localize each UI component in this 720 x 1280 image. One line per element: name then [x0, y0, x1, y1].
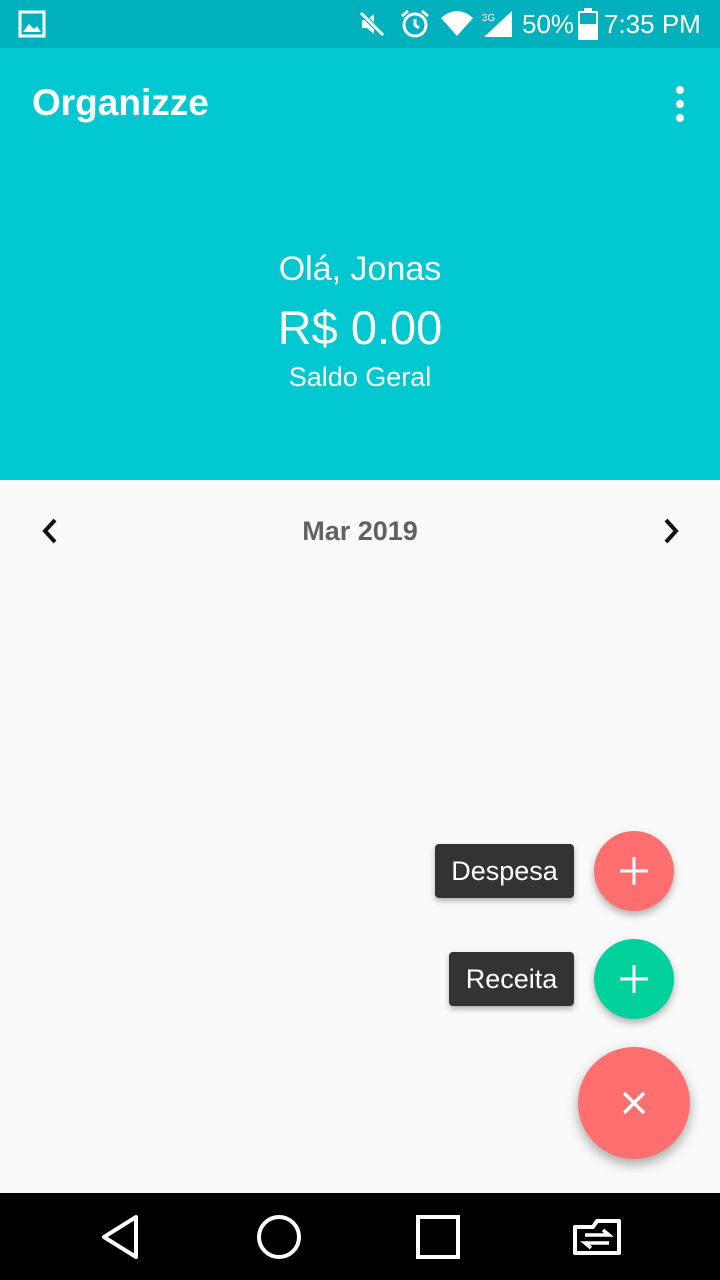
recents-icon[interactable]: [393, 1193, 483, 1280]
battery-icon: [578, 0, 598, 48]
close-fab-menu-button[interactable]: [578, 1047, 690, 1159]
gallery-icon: [18, 0, 46, 48]
svg-text:3G: 3G: [482, 13, 496, 24]
wifi-icon: [440, 0, 474, 48]
plus-icon: [620, 965, 648, 993]
chevron-right-icon[interactable]: [656, 514, 686, 548]
expense-label[interactable]: Despesa: [435, 844, 574, 898]
balance-label: Saldo Geral: [288, 362, 432, 392]
more-vert-icon: [676, 86, 684, 94]
mute-icon: [358, 0, 386, 48]
switch-icon[interactable]: [552, 1193, 642, 1280]
status-bar: 3G 50% 7:35 PM: [0, 0, 720, 48]
greeting-text: Olá, Jonas: [278, 250, 442, 288]
income-label[interactable]: Receita: [449, 952, 574, 1006]
month-navigator: Mar 2019: [0, 480, 720, 580]
more-vert-icon-dot: [676, 114, 684, 122]
home-icon[interactable]: [234, 1193, 324, 1280]
back-icon[interactable]: [75, 1193, 165, 1280]
app-title: Organizze: [32, 82, 209, 123]
balance-amount: R$ 0.00: [277, 301, 443, 354]
system-nav-bar: [0, 1193, 720, 1280]
plus-icon: [620, 857, 648, 885]
more-vert-icon-dot: [676, 100, 684, 108]
clock: 7:35 PM: [604, 8, 701, 39]
add-expense-button[interactable]: [594, 831, 674, 911]
signal-icon: 3G: [480, 0, 514, 48]
add-income-button[interactable]: [594, 939, 674, 1019]
app-header: Organizze Olá, Jonas R$ 0.00 Saldo Geral: [0, 48, 720, 480]
overflow-menu-button[interactable]: [668, 86, 692, 122]
close-icon: [622, 1091, 646, 1115]
alarm-icon: [400, 0, 430, 48]
battery-percent: 50%: [522, 8, 575, 39]
current-month: Mar 2019: [302, 516, 418, 546]
